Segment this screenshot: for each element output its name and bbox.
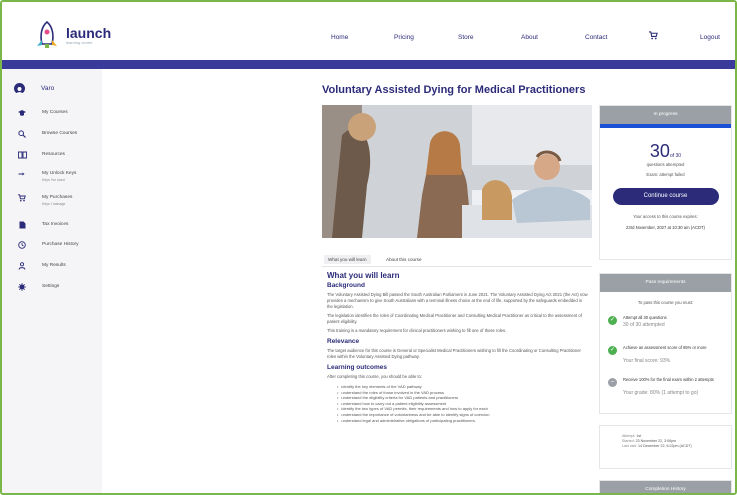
progress-status: In progress (600, 106, 731, 124)
requirement-text: Achieve an assessment score of 85% or mo… (623, 345, 707, 350)
sidebar-item-label: Tax Invoices (42, 222, 69, 227)
clock-icon (18, 241, 26, 249)
paragraph: After completing this course, you should… (327, 374, 422, 379)
outcomes-list: identify the key elements of the VAD pat… (337, 384, 589, 423)
sidebar-item-label: My Purchases (42, 195, 73, 200)
app-window: launch learning centre Home Pricing Stor… (0, 0, 737, 495)
paragraph: The Voluntary Assisted Dying Bill passed… (327, 292, 588, 309)
minus-icon: – (608, 378, 617, 387)
questions-attempted-label: questions attempted (646, 162, 685, 167)
sidebar-item-tax-invoices[interactable]: Tax Invoices (18, 221, 68, 229)
sidebar-item-purchase-history[interactable]: Purchase History (18, 241, 79, 249)
sidebar: Varo My Courses Browse Courses Resources… (2, 69, 102, 493)
nav-about[interactable]: About (521, 34, 538, 41)
completion-history-title: Completion History (600, 481, 731, 493)
sidebar-item-settings[interactable]: Settings (18, 283, 59, 291)
pass-requirements-title: Pass requirements (600, 274, 731, 292)
requirement-item: ✓ Achieve an assessment score of 85% or … (608, 344, 731, 376)
sidebar-item-resources[interactable]: Resources (18, 151, 65, 159)
sidebar-item-purchases[interactable]: My Purchases Keys I manage (18, 194, 72, 206)
gear-icon (18, 283, 26, 291)
sidebar-item-label: My Courses (42, 110, 68, 115)
book-icon (18, 151, 27, 159)
search-icon (18, 130, 26, 138)
sidebar-item-browse-courses[interactable]: Browse Courses (18, 130, 77, 138)
paragraph: The legislation identifies the roles of … (327, 313, 582, 324)
check-icon: ✓ (608, 316, 617, 325)
requirement-status: Your final score: 93% (623, 358, 671, 364)
list-item: understand legal and administrative obli… (337, 418, 589, 424)
person-icon (18, 262, 26, 270)
pass-requirements-intro: To pass this course you must: (637, 300, 694, 305)
pass-requirements-card: Pass requirements To pass this course yo… (599, 273, 732, 414)
progress-bar (600, 124, 731, 128)
sidebar-user-name: Varo (41, 85, 55, 92)
top-navbar: launch learning centre Home Pricing Stor… (2, 2, 735, 60)
nav-logout[interactable]: Logout (700, 34, 720, 41)
sidebar-user[interactable]: Varo (14, 83, 54, 94)
section-heading: What you will learn (327, 271, 400, 280)
course-hero-image (322, 105, 592, 238)
paragraph: The target audience for this course is G… (327, 348, 581, 359)
sidebar-item-label: Settings (42, 284, 60, 289)
sidebar-item-label: My Results (42, 263, 66, 268)
expiry-date: 23rd November, 2027 at 10:30 am (ACDT) (626, 225, 705, 230)
key-icon (18, 170, 26, 178)
check-icon: ✓ (608, 346, 617, 355)
paragraph: This training is a mandatory requirement… (327, 328, 507, 333)
questions-attempted-count: 30of 30 (649, 141, 682, 161)
tab-what-you-will-learn[interactable]: What you will learn (324, 255, 371, 264)
relevance-heading: Relevance (327, 338, 360, 345)
cart-icon (18, 194, 26, 202)
user-avatar-icon (14, 83, 25, 94)
continue-course-button[interactable]: Continue course (612, 188, 719, 205)
attempt-info-card: Attempt: 1st Started: 23 November 22, 3:… (599, 425, 732, 469)
last-visit-row: Last visit: 14 December 22, 6:22pm (ACDT… (622, 444, 692, 448)
nav-pricing[interactable]: Pricing (394, 34, 414, 41)
background-heading: Background (327, 282, 365, 289)
course-description: What you will learn Background The Volun… (327, 271, 589, 423)
nav-store[interactable]: Store (458, 34, 474, 41)
sidebar-item-sublabel: Keys I manage (42, 202, 66, 206)
brand-name: launch (66, 24, 112, 41)
nav-contact[interactable]: Contact (585, 34, 607, 41)
tab-about-this-course[interactable]: About this course (382, 255, 426, 264)
requirement-text: Attempt all 30 questions (623, 315, 667, 320)
cap-icon (18, 109, 26, 117)
sidebar-item-my-results[interactable]: My Results (18, 262, 66, 270)
outcomes-heading: Learning outcomes (327, 364, 387, 371)
expiry-label: Your access to this course expires: (633, 214, 698, 219)
sidebar-item-label: Purchase History (42, 242, 79, 247)
exam-status: Exam: attempt failed (646, 172, 685, 177)
requirement-item: ✓ Attempt all 30 questions 30 of 30 atte… (608, 314, 731, 344)
requirement-text: Receive 100% for the final exam within 2… (623, 377, 714, 382)
sidebar-item-my-courses[interactable]: My Courses (18, 109, 68, 117)
requirement-item: – Receive 100% for the final exam within… (608, 376, 731, 406)
progress-card: In progress 30of 30 questions attempted … (599, 105, 732, 260)
brand-logo[interactable]: launch learning centre (32, 20, 111, 50)
sidebar-item-label: My Unlock Keys (42, 171, 77, 176)
sidebar-item-sublabel: Keys I've used (42, 178, 65, 182)
requirement-status: 30 of 30 attempted (623, 322, 665, 328)
document-icon (18, 221, 26, 229)
sidebar-item-unlock-keys[interactable]: My Unlock Keys Keys I've used (18, 170, 76, 182)
page-title: Voluntary Assisted Dying for Medical Pra… (322, 84, 586, 96)
sidebar-item-label: Browse Courses (42, 131, 78, 136)
cart-icon[interactable] (649, 31, 658, 42)
requirement-status: Your grade: 80% (1 attempt to go) (623, 390, 699, 396)
completion-history-card[interactable]: Completion History (599, 480, 732, 493)
rocket-logo-icon (32, 20, 62, 50)
header-accent-band (2, 60, 735, 69)
sidebar-item-label: Resources (42, 152, 65, 157)
course-tabs: What you will learn About this course (322, 253, 592, 267)
nav-home[interactable]: Home (331, 34, 348, 41)
